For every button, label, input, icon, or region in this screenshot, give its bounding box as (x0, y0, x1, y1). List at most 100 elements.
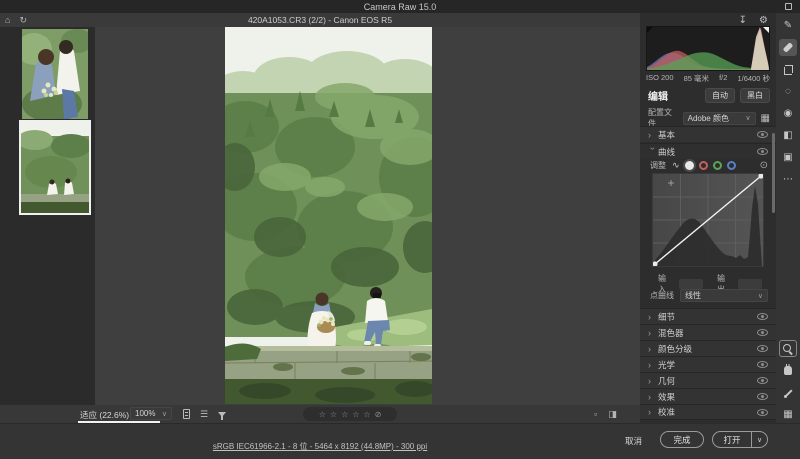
profile-browser-icon[interactable]: ▦ (761, 113, 770, 124)
section-detail[interactable]: › 细节 (640, 308, 776, 324)
point-curve-row: 点曲线 线性 ∨ (650, 289, 768, 302)
section-effects[interactable]: › 效果 (640, 388, 776, 404)
section-calibration[interactable]: › 校准 (640, 404, 776, 420)
red-channel-button[interactable] (699, 161, 708, 170)
visibility-eye-icon[interactable] (757, 329, 768, 336)
heal-tool-icon[interactable] (779, 39, 797, 56)
white-balance-eyedropper-icon[interactable] (779, 384, 797, 401)
reject-flag-icon[interactable]: ⊘ (375, 410, 382, 419)
input-value-field[interactable] (679, 279, 703, 289)
main-preview-image[interactable] (225, 27, 432, 404)
parametric-curve-icon[interactable]: ∿ (672, 160, 680, 171)
visibility-eye-icon[interactable] (757, 393, 768, 400)
shutter-value: 1/6400 秒 (737, 73, 770, 84)
before-after-view-icon[interactable]: ◨ (608, 409, 617, 420)
chevron-down-icon: ∨ (745, 114, 750, 122)
star-icon[interactable]: ☆ (330, 410, 337, 419)
visibility-eye-icon[interactable] (757, 409, 768, 416)
section-optics[interactable]: › 光学 (640, 356, 776, 372)
chevron-right-icon: › (648, 407, 658, 417)
filmstrip-thumbnail-2-selected[interactable] (21, 122, 89, 213)
done-button[interactable]: 完成 (660, 431, 704, 448)
section-label: 混色器 (658, 327, 757, 339)
file-info-text: sRGB IEC61966-2.1 - 8 位 - 5464 x 8192 (4… (213, 442, 427, 451)
photo-couple-forest (225, 27, 432, 404)
preview-settings-icon[interactable]: ▫ (594, 409, 597, 420)
visibility-eye-icon[interactable] (757, 345, 768, 352)
point-curve-dropdown[interactable]: 线性 ∨ (680, 289, 768, 302)
chevron-right-icon: › (648, 312, 658, 322)
home-icon[interactable]: ⌂ (5, 15, 10, 25)
histogram[interactable] (646, 26, 770, 71)
visibility-eye-icon[interactable] (757, 361, 768, 368)
profile-value: Adobe 颜色 (688, 113, 729, 124)
save-image-icon[interactable]: ↧ (739, 15, 747, 26)
black-white-button[interactable]: 黑白 (740, 88, 770, 103)
section-color-grading[interactable]: › 颜色分级 (640, 340, 776, 356)
section-geometry[interactable]: › 几何 (640, 372, 776, 388)
refresh-icon[interactable]: ↻ (19, 15, 27, 26)
section-label: 校准 (658, 406, 757, 418)
crop-tool-icon[interactable] (779, 61, 797, 78)
filter-icon[interactable] (218, 412, 226, 417)
zoom-level-value: 100% (135, 409, 155, 418)
point-curve-label: 点曲线 (650, 290, 674, 301)
chevron-right-icon: › (648, 130, 658, 140)
profile-dropdown[interactable]: Adobe 颜色 ∨ (683, 112, 756, 125)
chevron-down-icon: ∨ (758, 292, 763, 300)
auto-button[interactable]: 自动 (705, 88, 735, 103)
snapshots-tool-icon[interactable]: ▣ (779, 149, 797, 166)
exif-info: ISO 200 85 毫米 f/2 1/6400 秒 (646, 73, 770, 84)
cancel-button[interactable]: 取消 (625, 435, 642, 447)
sort-icon[interactable]: ☰ (200, 410, 208, 419)
star-rating[interactable]: ☆ ☆ ☆ ☆ ☆ ⊘ (303, 407, 397, 421)
star-icon[interactable]: ☆ (341, 410, 348, 419)
section-color-mixer[interactable]: › 混色器 (640, 324, 776, 340)
visibility-eye-icon[interactable] (757, 377, 768, 384)
star-icon[interactable]: ☆ (352, 410, 359, 419)
targeted-adjustment-icon[interactable]: ⊙ (760, 160, 768, 171)
curve-channel-row: 调整 ∿ ⊙ (650, 160, 768, 171)
masking-tool-icon[interactable]: ◌ (779, 83, 797, 100)
visibility-eye-icon[interactable] (757, 313, 768, 320)
tool-rail: ✎ ◌ ◉ ◧ ▣ ⋯ ▦ (776, 13, 800, 423)
focal-length-value: 85 毫米 (684, 73, 709, 84)
filmstrip-thumbnail-1[interactable] (22, 29, 88, 119)
presets-tool-icon[interactable]: ◧ (779, 127, 797, 144)
green-channel-button[interactable] (713, 161, 722, 170)
filename-label: 420A1053.CR3 (2/2) - Canon EOS R5 (248, 15, 392, 25)
workflow-options-link[interactable]: sRGB IEC61966-2.1 - 8 位 - 5464 x 8192 (4… (0, 436, 640, 454)
output-value-field[interactable] (738, 279, 762, 289)
done-button-label: 完成 (673, 434, 690, 446)
section-label: 颜色分级 (658, 343, 757, 355)
tone-curve-editor[interactable] (652, 173, 764, 267)
open-options-chevron-icon[interactable]: ∨ (752, 436, 767, 444)
edit-panel-title: 编辑 (648, 88, 700, 103)
open-button[interactable]: 打开 ∨ (712, 431, 768, 448)
preferences-gear-icon[interactable]: ⚙ (759, 15, 768, 26)
zoom-tool-icon[interactable] (779, 340, 797, 357)
hand-tool-icon[interactable] (779, 362, 797, 379)
star-icon[interactable]: ☆ (319, 410, 326, 419)
chevron-down-icon: ∨ (162, 410, 167, 418)
section-curve[interactable]: › 曲线 (640, 143, 776, 159)
grid-overlay-icon[interactable]: ▦ (779, 406, 797, 423)
adjust-label: 调整 (650, 160, 666, 171)
blue-channel-button[interactable] (727, 161, 736, 170)
edit-tool-icon[interactable]: ✎ (779, 17, 797, 34)
filmstrip-toggle-icon[interactable] (183, 409, 190, 419)
visibility-eye-icon[interactable] (757, 148, 768, 155)
luminance-channel-button[interactable] (685, 161, 694, 170)
panel-scrollbar[interactable] (772, 133, 775, 213)
fullscreen-icon[interactable] (785, 3, 792, 10)
section-basic[interactable]: › 基本 (640, 126, 776, 142)
camera-raw-window: Camera Raw 15.0 ⌂ ↻ 420A1053.CR3 (2/2) -… (0, 0, 800, 459)
star-icon[interactable]: ☆ (363, 410, 370, 419)
more-tools-icon[interactable]: ⋯ (779, 171, 797, 188)
section-label: 细节 (658, 311, 757, 323)
visibility-eye-icon[interactable] (757, 131, 768, 138)
fit-zoom-label[interactable]: 适应 (22.6%) (80, 409, 129, 421)
status-strip: 适应 (22.6%) 100% ∨ ☰ ☆ ☆ ☆ ☆ ☆ ⊘ ▫ ◨ (0, 405, 640, 423)
red-eye-tool-icon[interactable]: ◉ (779, 105, 797, 122)
zoom-level-dropdown[interactable]: 100% ∨ (130, 407, 172, 420)
